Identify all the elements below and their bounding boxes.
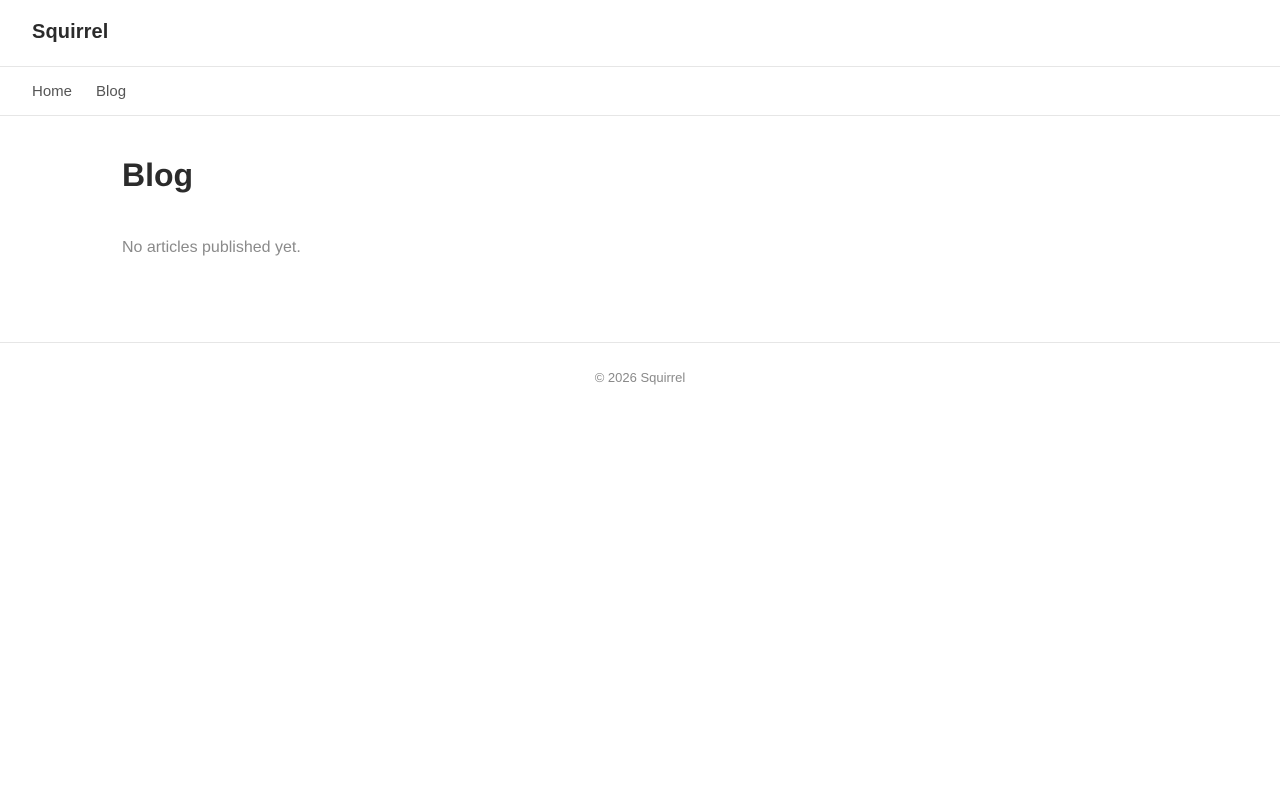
site-footer: © 2026 Squirrel xyxy=(0,342,1280,412)
nav-item-home[interactable]: Home xyxy=(32,83,72,100)
site-header: Squirrel xyxy=(0,0,1280,67)
nav-item-blog[interactable]: Blog xyxy=(96,83,126,100)
main-content: Blog No articles published yet. xyxy=(0,116,1280,342)
brand-link[interactable]: Squirrel xyxy=(32,21,108,44)
main-nav: Home Blog xyxy=(0,67,1280,116)
empty-state-message: No articles published yet. xyxy=(122,239,301,256)
page-title: Blog xyxy=(122,157,194,193)
copyright-text: © 2026 Squirrel xyxy=(594,370,686,385)
